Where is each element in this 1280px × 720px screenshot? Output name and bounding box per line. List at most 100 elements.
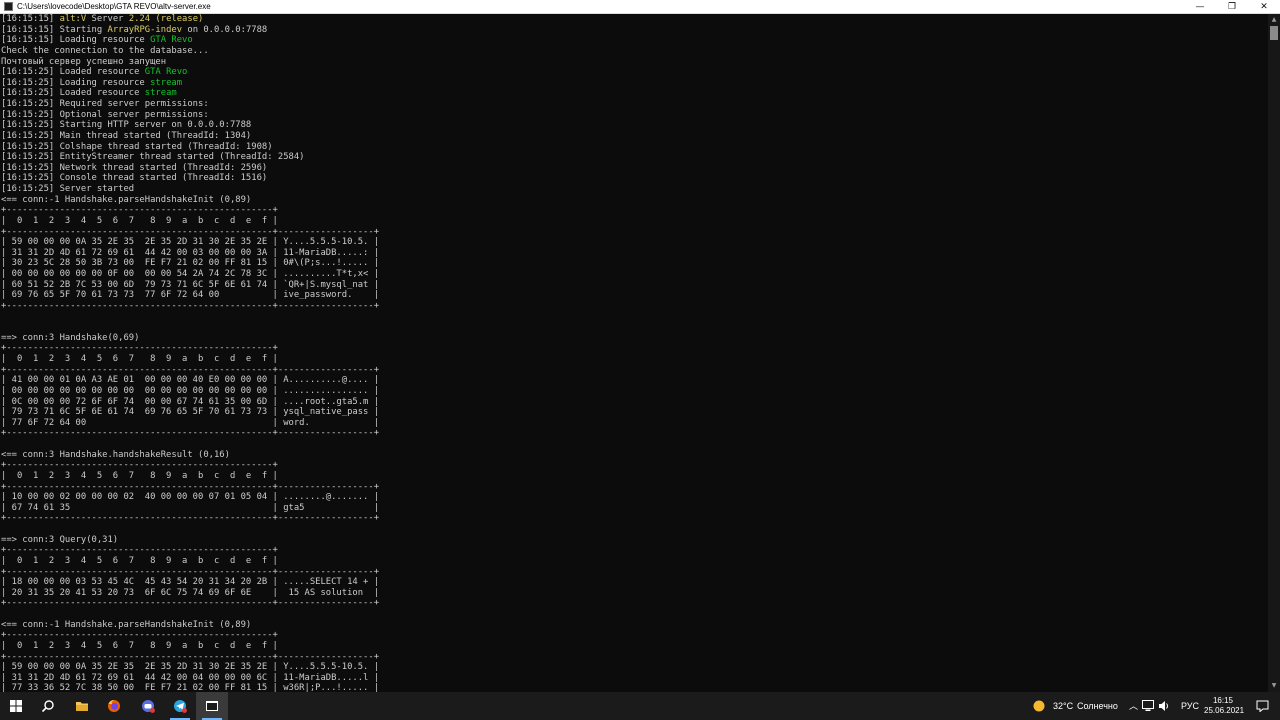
- close-button[interactable]: ✕: [1248, 0, 1280, 14]
- console-line-segment: Server: [86, 14, 129, 24]
- console-line-segment: +---------------------------------------…: [1, 513, 380, 524]
- console-line-segment: +---------------------------------------…: [1, 651, 380, 662]
- console-line-segment: +---------------------------------------…: [1, 300, 380, 311]
- network-icon[interactable]: [1142, 700, 1154, 712]
- console-line-segment: +---------------------------------------…: [1, 598, 380, 609]
- console-output[interactable]: [16:15:15] alt:V Server 2.24 (release) […: [0, 14, 1268, 692]
- console-line: | 69 76 65 5F 70 61 73 73 77 6F 72 64 00…: [1, 290, 379, 300]
- start-button[interactable]: [0, 692, 32, 720]
- console-line: | 0C 00 00 00 72 6F 6F 74 00 00 67 74 61…: [1, 397, 379, 407]
- console-line: | 00 00 00 00 00 00 00 00 00 00 00 00 00…: [1, 386, 379, 396]
- console-line: [16:15:15] Starting ArrayRPG-indev on 0.…: [1, 25, 267, 35]
- console-line-segment: +---------------------------------------…: [1, 226, 380, 237]
- scrollbar-thumb[interactable]: [1270, 26, 1278, 40]
- notifications-icon[interactable]: [1256, 700, 1269, 712]
- taskbar: 32°C Солнечно ︿ РУС 16:15 25.06.2021: [0, 692, 1280, 720]
- console-line-segment: [16:15:25] Main thread started (ThreadId…: [1, 130, 252, 141]
- console-line: | 00 00 00 00 00 00 0F 00 00 00 54 2A 74…: [1, 269, 379, 279]
- console-line: | 31 31 2D 4D 61 72 69 61 44 42 00 04 00…: [1, 673, 379, 683]
- console-line-segment: ==> conn:3 Handshake(0,69): [1, 332, 140, 343]
- telegram-button[interactable]: [164, 692, 196, 720]
- console-line: | 59 00 00 00 0A 35 2E 35 2E 35 2D 31 30…: [1, 237, 379, 247]
- console-line-segment: Почтовый сервер успешно запущен: [1, 56, 167, 67]
- console-line-segment: stream: [144, 88, 177, 99]
- language-indicator[interactable]: РУС: [1181, 692, 1199, 720]
- chat-app-icon: [142, 700, 155, 713]
- search-button[interactable]: [32, 692, 64, 720]
- console-line: [16:15:25] Main thread started (ThreadId…: [1, 131, 251, 141]
- vertical-scrollbar[interactable]: ▲ ▼: [1268, 14, 1280, 692]
- show-hidden-icons-icon[interactable]: ︿: [1129, 692, 1138, 720]
- console-line-segment: [16:15:25] Network thread started (Threa…: [1, 162, 268, 173]
- weather-description: Солнечно: [1077, 701, 1118, 711]
- console-line-segment: | 0 1 2 3 4 5 6 7 8 9 a b c d e f |: [1, 640, 278, 651]
- minimize-button[interactable]: —: [1184, 0, 1216, 14]
- console-line: [16:15:25] Console thread started (Threa…: [1, 173, 267, 183]
- scroll-up-arrow-icon[interactable]: ▲: [1268, 14, 1280, 26]
- console-line-segment: | 59 00 00 00 0A 35 2E 35 2E 35 2D 31 30…: [1, 662, 380, 673]
- console-line: +---------------------------------------…: [1, 482, 379, 492]
- console-line-segment: [16:15:15] Loading resource: [1, 35, 151, 46]
- console-line: | 0 1 2 3 4 5 6 7 8 9 a b c d e f |: [1, 216, 278, 226]
- console-line: [16:15:25] Colshape thread started (Thre…: [1, 142, 273, 152]
- console-line-segment: [16:15:25] Colshape thread started (Thre…: [1, 141, 273, 152]
- console-line: [16:15:15] Loading resource GTA Revo: [1, 35, 193, 45]
- console-line-segment: <== conn:-1 Handshake.parseHandshakeInit…: [1, 619, 252, 630]
- console-button[interactable]: [196, 692, 228, 720]
- console-line-segment: [16:15:25] Optional server permissions:: [1, 109, 209, 120]
- console-window-icon: [206, 701, 218, 711]
- window-titlebar[interactable]: C:\Users\lovecode\Desktop\GTA REVO\altv-…: [0, 0, 1280, 14]
- console-line-segment: | 00 00 00 00 00 00 0F 00 00 00 54 2A 74…: [1, 269, 380, 279]
- console-line-segment: +---------------------------------------…: [1, 364, 380, 375]
- console-line-segment: | 31 31 2D 4D 61 72 69 61 44 42 00 04 00…: [1, 672, 380, 683]
- firefox-icon: [108, 700, 120, 712]
- console-line: | 0 1 2 3 4 5 6 7 8 9 a b c d e f |: [1, 354, 278, 364]
- console-line-segment: | 20 31 35 20 41 53 20 73 6F 6C 75 74 69…: [1, 587, 380, 598]
- console-line-segment: [16:15:15]: [1, 14, 60, 24]
- console-line-segment: | 31 31 2D 4D 61 72 69 61 44 42 00 03 00…: [1, 247, 380, 258]
- console-line-segment: | 0 1 2 3 4 5 6 7 8 9 a b c d e f |: [1, 354, 278, 364]
- maximize-button[interactable]: ❐: [1216, 0, 1248, 14]
- scroll-down-arrow-icon[interactable]: ▼: [1268, 680, 1280, 692]
- console-line: | 79 73 71 6C 5F 6E 61 74 69 76 65 5F 70…: [1, 407, 379, 417]
- console-line: [16:15:25] Loading resource stream: [1, 78, 182, 88]
- file-explorer-button[interactable]: [66, 692, 98, 720]
- console-line: +---------------------------------------…: [1, 227, 379, 237]
- console-line-segment: <== conn:3 Handshake.handshakeResult (0,…: [1, 449, 230, 460]
- console-line-segment: +---------------------------------------…: [1, 460, 278, 471]
- search-icon: [41, 700, 54, 713]
- console-line: [16:15:15] alt:V Server 2.24 (release): [1, 14, 203, 24]
- clock[interactable]: 16:15 25.06.2021: [1204, 692, 1244, 720]
- console-line: +---------------------------------------…: [1, 428, 379, 438]
- console-line-segment: <== conn:-1 Handshake.parseHandshakeInit…: [1, 194, 252, 205]
- console-line-segment: | 00 00 00 00 00 00 00 00 00 00 00 00 00…: [1, 385, 380, 396]
- console-line-segment: | 69 76 65 5F 70 61 73 73 77 6F 72 64 00…: [1, 290, 380, 301]
- telegram-icon: [174, 700, 187, 713]
- console-line: | 77 6F 72 64 00 | word. |: [1, 418, 379, 428]
- console-line-segment: | 0 1 2 3 4 5 6 7 8 9 a b c d e f |: [1, 215, 278, 226]
- console-line-segment: | 77 33 36 52 7C 38 50 00 FE F7 21 02 00…: [1, 683, 380, 692]
- console-line: +---------------------------------------…: [1, 343, 278, 353]
- console-line: | 31 31 2D 4D 61 72 69 61 44 42 00 03 00…: [1, 248, 379, 258]
- weather-temperature: 32°C: [1053, 701, 1074, 711]
- console-line: | 67 74 61 35 | gta5 |: [1, 503, 379, 513]
- clock-time: 16:15: [1212, 696, 1234, 705]
- console-line: [16:15:25] Loaded resource GTA Revo: [1, 67, 187, 77]
- sun-icon: [1033, 700, 1045, 712]
- volume-icon[interactable]: [1158, 700, 1170, 712]
- console-line-segment: [16:15:15] Starting: [1, 24, 108, 35]
- console-line-segment: GTA Revo: [150, 35, 193, 46]
- console-line: [16:15:25] Network thread started (Threa…: [1, 163, 267, 173]
- console-line-segment: | 77 6F 72 64 00 | word. |: [1, 417, 380, 428]
- console-line-segment: [16:15:25] EntityStreamer thread started…: [1, 152, 305, 163]
- chat-app-button[interactable]: [132, 692, 164, 720]
- console-line-segment: 2.24 (release): [128, 14, 204, 24]
- firefox-button[interactable]: [98, 692, 130, 720]
- console-line-segment: | 18 00 00 00 03 53 45 4C 45 43 54 20 31…: [1, 577, 380, 588]
- console-line: | 59 00 00 00 0A 35 2E 35 2E 35 2D 31 30…: [1, 662, 379, 672]
- console-line: | 0 1 2 3 4 5 6 7 8 9 a b c d e f |: [1, 641, 278, 651]
- console-line-segment: [16:15:25] Starting HTTP server on 0.0.0…: [1, 120, 252, 131]
- console-line-segment: +---------------------------------------…: [1, 545, 278, 556]
- console-line: +---------------------------------------…: [1, 365, 379, 375]
- console-line-segment: | 79 73 71 6C 5F 6E 61 74 69 76 65 5F 70…: [1, 407, 380, 418]
